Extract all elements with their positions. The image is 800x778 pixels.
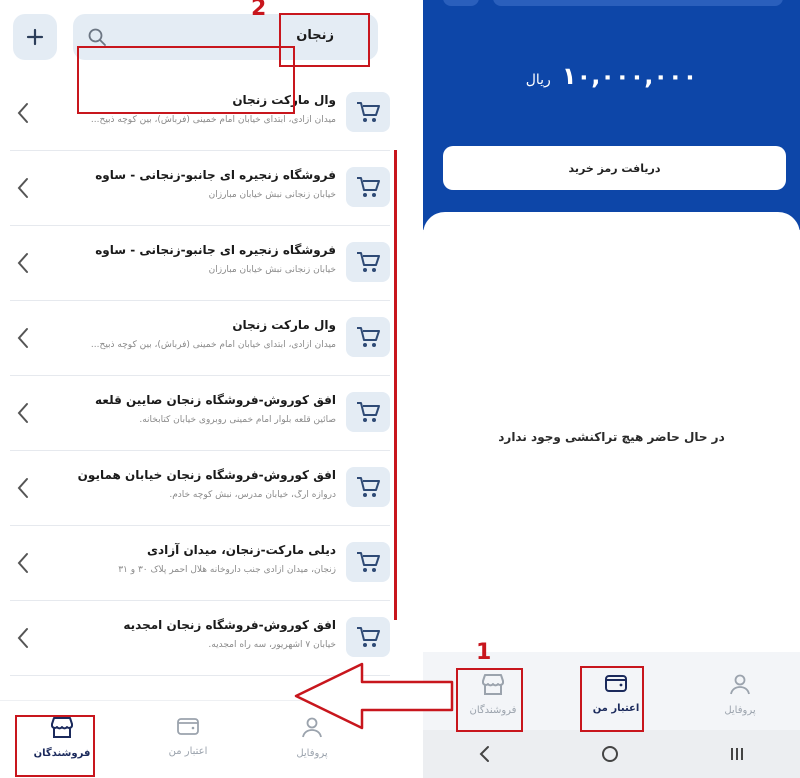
step-2-label: 2 xyxy=(251,0,267,21)
highlight-vendors-tab-right xyxy=(456,668,523,732)
store-name: افق کوروش-فروشگاه زنجان امجدیه xyxy=(123,618,336,632)
store-name: فروشگاه زنجیره ای جانبو-زنجانی - ساوه xyxy=(95,243,336,257)
chevron-left-icon xyxy=(17,328,28,348)
list-item[interactable]: فروشگاه زنجیره ای جانبو-زنجانی - ساوه خی… xyxy=(10,226,390,301)
system-navigation-bar xyxy=(423,730,800,778)
nav-profile-label: پروفایل xyxy=(724,705,756,716)
search-icon xyxy=(88,28,106,46)
cart-icon xyxy=(346,242,390,282)
store-address: خیابان زنجانی نبش خیابان مبارزان xyxy=(208,190,336,200)
cart-icon xyxy=(346,392,390,432)
chevron-left-icon xyxy=(17,103,28,123)
store-address: زنجان، میدان آزادی جنب داروخانه هلال احم… xyxy=(118,565,336,575)
add-button[interactable] xyxy=(13,14,57,60)
arrow-left-icon xyxy=(294,662,454,730)
cart-icon xyxy=(346,617,390,657)
list-item[interactable]: افق کوروش-فروشگاه زنجان خیابان همایون در… xyxy=(10,451,390,526)
highlight-credit-tab xyxy=(580,666,644,732)
recents-icon[interactable] xyxy=(728,745,746,763)
list-item[interactable]: دیلی مارکت-زنجان، میدان آزادی زنجان، مید… xyxy=(10,526,390,601)
chevron-left-icon xyxy=(17,553,28,573)
home-icon[interactable] xyxy=(601,745,619,763)
user-icon xyxy=(730,674,750,695)
step-1-label: 1 xyxy=(476,640,492,665)
store-address: میدان آزادی، ابتدای خیابان امام خمینی (ف… xyxy=(90,340,336,350)
nav-profile-label: پروفایل xyxy=(296,748,328,759)
store-name: افق کوروش-فروشگاه زنجان خیابان همایون xyxy=(77,468,336,482)
store-address: خیابان ۷ اشهریور، سه راه امجدیه. xyxy=(208,640,336,650)
store-name: دیلی مارکت-زنجان، میدان آزادی xyxy=(146,543,336,557)
chevron-left-icon xyxy=(17,478,28,498)
header-button[interactable] xyxy=(443,0,479,6)
store-name: فروشگاه زنجیره ای جانبو-زنجانی - ساوه xyxy=(95,168,336,182)
list-item[interactable]: افق کوروش-فروشگاه زنجان صایین قلعه صائین… xyxy=(10,376,390,451)
store-name: افق کوروش-فروشگاه زنجان صایین قلعه xyxy=(95,393,336,407)
back-icon[interactable] xyxy=(477,745,493,763)
balance-amount: ۱۰,۰۰۰,۰۰۰ ریال xyxy=(423,62,800,90)
cart-icon xyxy=(346,92,390,132)
chevron-left-icon xyxy=(17,403,28,423)
balance-header: ۱۰,۰۰۰,۰۰۰ ریال دریافت رمز خرید xyxy=(423,0,800,230)
header-bar xyxy=(493,0,783,6)
scroll-indicator-line xyxy=(394,150,397,620)
chevron-left-icon xyxy=(17,253,28,273)
store-list: وال مارکت زنجان میدان آزادی، ابتدای خیاب… xyxy=(10,76,390,676)
cart-icon xyxy=(346,167,390,207)
nav-credit[interactable]: اعتبار من xyxy=(148,715,228,757)
store-address: میدان آزادی، ابتدای خیابان امام خمینی (ف… xyxy=(90,115,336,125)
store-address: دروازه ارگ، خیابان مدرس، نبش کوچه خادم. xyxy=(169,490,336,500)
store-name: وال مارکت زنجان xyxy=(232,318,336,332)
chevron-left-icon xyxy=(17,628,28,648)
cart-icon xyxy=(346,467,390,507)
highlight-balance xyxy=(77,46,295,114)
nav-profile[interactable]: پروفایل xyxy=(700,672,780,716)
cart-icon xyxy=(346,542,390,582)
list-item[interactable]: وال مارکت زنجان میدان آزادی، ابتدای خیاب… xyxy=(10,301,390,376)
nav-credit-label: اعتبار من xyxy=(168,746,208,757)
balance-value: ۱۰,۰۰۰,۰۰۰ xyxy=(561,62,698,90)
highlight-vendors-tab xyxy=(15,715,95,777)
list-item[interactable]: فروشگاه زنجیره ای جانبو-زنجانی - ساوه خی… xyxy=(10,151,390,226)
store-address: خیابان زنجانی نبش خیابان مبارزان xyxy=(208,265,336,275)
plus-icon xyxy=(26,28,44,46)
balance-currency: ریال xyxy=(525,72,551,88)
get-purchase-code-button[interactable]: دریافت رمز خرید xyxy=(443,146,786,190)
empty-transactions-message: در حال حاضر هیچ تراکنشی وجود ندارد xyxy=(498,430,725,444)
cart-icon xyxy=(346,317,390,357)
wallet-icon xyxy=(177,718,199,735)
chevron-left-icon xyxy=(17,178,28,198)
store-address: صائین قلعه بلوار امام خمینی روبروی خیابا… xyxy=(139,415,336,425)
